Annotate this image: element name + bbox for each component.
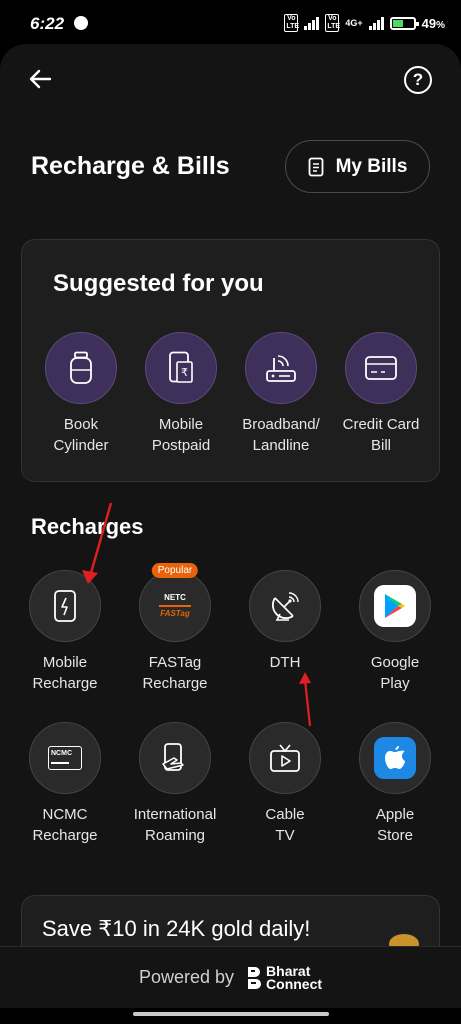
recharge-apple-store[interactable]: Apple Store [340,722,450,846]
notification-dot-icon [74,16,88,30]
help-button[interactable]: ? [404,66,432,94]
popular-badge: Popular [151,563,199,578]
page-title: Recharge & Bills [31,152,230,180]
annotation-arrow-dth [299,672,312,727]
status-icons: Vo LTE Vo LTE 4G+ 49% [284,14,445,32]
recharge-international-roaming[interactable]: International Roaming [120,722,230,846]
back-button[interactable] [26,64,56,94]
mobile-bolt-icon [54,590,76,622]
recharge-dth[interactable]: DTH [230,570,340,673]
tv-icon [270,744,300,772]
recharge-ncmc[interactable]: NCMC NCMC Recharge [10,722,120,846]
annotation-arrow-mobile [82,502,113,584]
status-bar: 6:22 Vo LTE Vo LTE 4G+ 49% [0,0,461,44]
home-indicator[interactable] [133,1012,329,1016]
roaming-plane-icon [162,743,184,771]
apple-store-icon [385,746,405,769]
recharge-cable-tv[interactable]: Cable TV [230,722,340,846]
ncmc-card-icon: NCMC [48,746,82,770]
network-type: 4G+ [345,18,363,28]
my-bills-label: My Bills [335,155,408,177]
signal-icon-2 [368,16,384,30]
postpaid-bill-icon: ₹ [169,351,193,383]
suggested-credit-card-bill[interactable]: Credit Card Bill [333,332,429,456]
bill-icon [308,157,323,176]
my-bills-button[interactable]: My Bills [285,140,430,193]
suggested-title: Suggested for you [53,270,264,297]
router-icon [266,355,296,382]
status-time: 6:22 [30,14,65,33]
arrow-left-icon [29,69,52,89]
satellite-dish-icon [272,592,299,621]
recharge-fastag[interactable]: Popular NETC FASTag FASTag Recharge [120,563,230,694]
volte-icon-2: Vo LTE [325,14,341,32]
recharge-sheet: ? Recharge & Bills My Bills Suggested fo… [0,44,461,980]
suggested-book-cylinder[interactable]: Book Cylinder [33,332,129,456]
suggested-broadband-landline[interactable]: Broadband/Landline [233,332,329,456]
recharge-google-play[interactable]: Google Play [340,570,450,694]
gas-cylinder-icon [70,351,92,384]
battery-percent: 49% [421,15,445,31]
fastag-icon: NETC FASTag [159,593,191,618]
powered-by-footer: Powered by Bharat Connect [0,946,461,1008]
suggested-mobile-postpaid[interactable]: ₹ Mobile Postpaid [133,332,229,456]
bharat-connect-icon [248,966,262,989]
svg-text:₹: ₹ [181,366,188,379]
suggested-card: Suggested for you Book Cylinder ₹ Mobile P… [21,239,440,482]
bharat-connect-logo: Bharat Connect [246,964,322,991]
signal-icon [304,16,320,30]
promo-text: Save ₹10 in 24K gold daily! [42,916,311,941]
google-play-icon [385,594,405,618]
battery-icon [389,16,419,30]
question-mark-icon: ? [412,70,424,89]
powered-by-text: Powered by [138,967,235,987]
volte-icon: Vo LTE [284,14,300,32]
credit-card-icon [365,356,397,380]
